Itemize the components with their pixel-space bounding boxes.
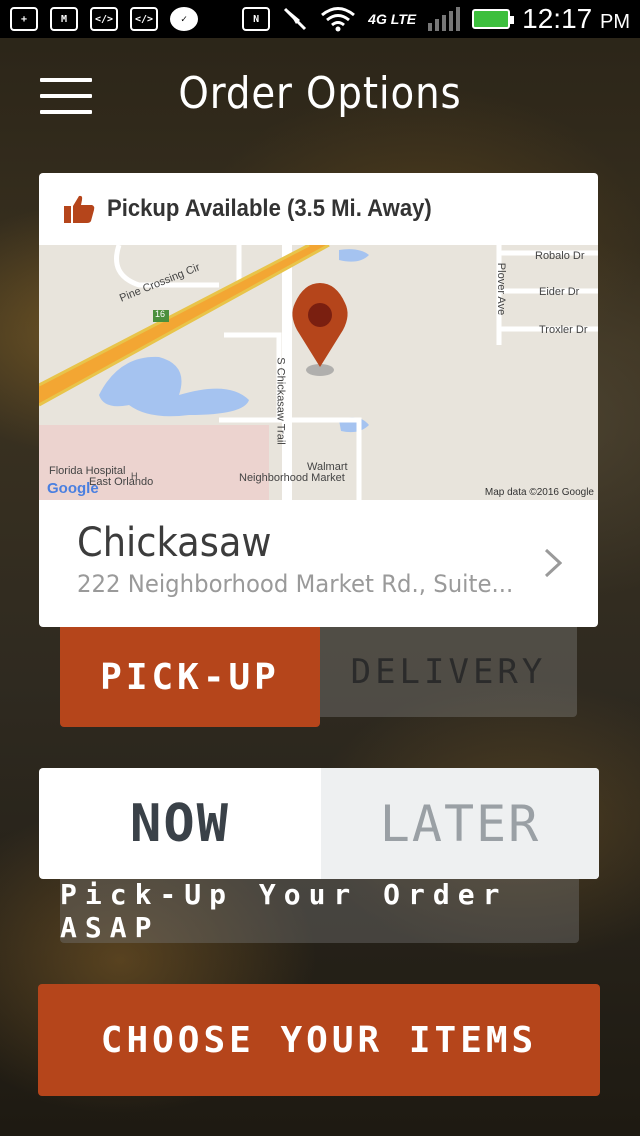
later-button[interactable]: LATER (321, 768, 599, 879)
thumbs-up-icon (64, 195, 95, 223)
map-label-troxler: Troxler Dr (539, 324, 588, 336)
app-header: Order Options (0, 38, 640, 158)
pickup-button[interactable]: PICK-UP (60, 627, 320, 727)
store-name: Chickasaw (77, 520, 272, 566)
chevron-right-icon (544, 548, 562, 578)
delivery-button[interactable]: DELIVERY (320, 627, 577, 717)
order-time-toggle: NOW LATER (39, 768, 599, 879)
map-label-chickasaw-trail: S Chickasaw Trail (274, 357, 287, 445)
location-card: Pickup Available (3.5 Mi. Away) Robalo D… (39, 173, 598, 627)
map-label-neighborhood-market: Neighborhood Market (239, 472, 345, 484)
gmail-icon: M (50, 7, 78, 31)
battery-icon (472, 9, 515, 29)
add-icon: + (10, 7, 38, 31)
map-label-eider: Eider Dr (539, 286, 580, 298)
page-title: Order Options (178, 68, 462, 119)
asap-note: Pick-Up Your Order ASAP (60, 878, 579, 944)
pickup-availability-text: Pickup Available (3.5 Mi. Away) (107, 195, 432, 222)
wifi-icon (321, 7, 356, 32)
pickup-availability-row: Pickup Available (3.5 Mi. Away) (39, 173, 598, 245)
status-left-icons: + M </> </> ✓ (10, 7, 198, 31)
map-attribution: Map data ©2016 Google (484, 487, 594, 498)
signal-icon (428, 7, 461, 31)
google-logo: Google (47, 480, 99, 497)
status-time-value: 12:17 (522, 3, 593, 34)
nfc-icon: N (242, 7, 271, 31)
map-label-hospital-marker: H (131, 471, 138, 481)
status-time: 12:17 PM (522, 3, 630, 35)
check-icon: ✓ (170, 7, 198, 31)
map-label-route: 16 (155, 309, 166, 319)
store-map[interactable]: Robalo Dr Eider Dr Troxler Dr Plover Ave… (39, 245, 598, 500)
map-label-robalo: Robalo Dr (535, 250, 585, 262)
store-address: 222 Neighborhood Market Rd., Suite... (77, 570, 514, 598)
order-mode-toggle: PICK-UP DELIVERY (60, 627, 577, 727)
status-time-ampm: PM (600, 11, 630, 33)
code-icon: </> (90, 7, 118, 31)
mute-icon (284, 7, 307, 31)
map-label-plover: Plover Ave (495, 262, 508, 316)
store-row[interactable]: Chickasaw 222 Neighborhood Market Rd., S… (39, 500, 598, 627)
status-right-icons: N 4G LTE 12:17 PM (242, 3, 630, 35)
lte-icon: 4G LTE (368, 11, 417, 27)
code-icon: </> (130, 7, 158, 31)
now-button[interactable]: NOW (39, 768, 321, 879)
status-bar: + M </> </> ✓ N 4G LTE 12:17 PM (0, 0, 640, 38)
choose-items-button[interactable]: CHOOSE YOUR ITEMS (38, 984, 600, 1096)
